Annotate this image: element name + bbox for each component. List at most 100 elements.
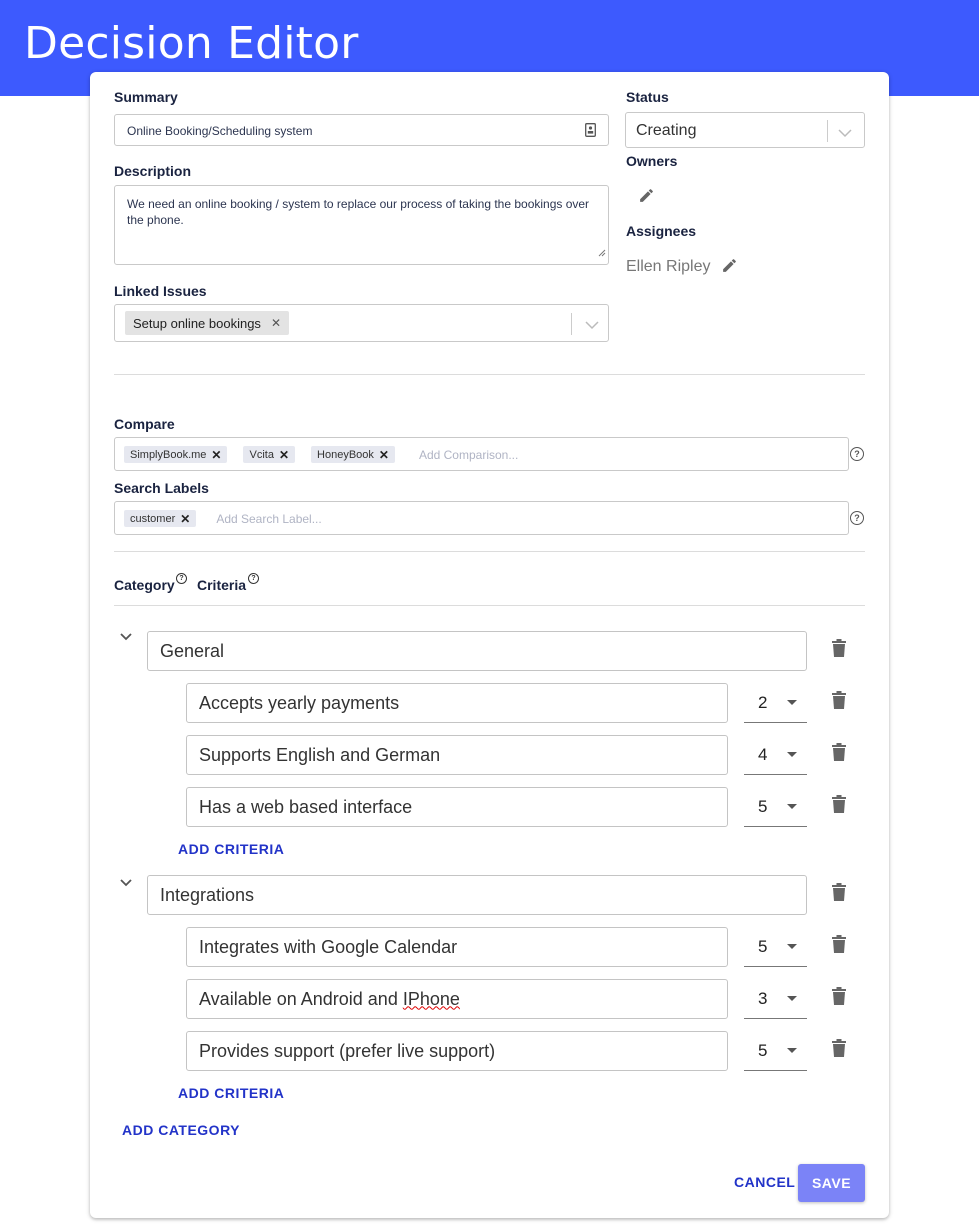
search-labels-tag-input[interactable]: customer ✕ Add Search Label...	[114, 501, 849, 535]
category-name-input[interactable]: General	[147, 631, 807, 671]
delete-criteria-trash-icon[interactable]	[832, 987, 846, 1010]
caret-down-icon	[787, 700, 798, 705]
criteria-name: Integrates with Google Calendar	[199, 936, 458, 957]
collapse-chevron-icon[interactable]	[119, 629, 133, 647]
criteria-name-input[interactable]: Available on Android and IPhone	[186, 979, 728, 1019]
linked-issue-chip-label: Setup online bookings	[133, 315, 261, 331]
delete-criteria-trash-icon[interactable]	[832, 795, 846, 818]
add-criteria-button[interactable]: ADD CRITERIA	[178, 1085, 284, 1101]
contact-card-icon	[585, 123, 596, 142]
section-divider	[114, 551, 865, 552]
assignee-name: Ellen Ripley	[626, 258, 711, 275]
linked-issue-chip: Setup online bookings ✕	[125, 311, 289, 335]
chevron-down-icon[interactable]	[585, 317, 599, 335]
caret-down-icon	[787, 752, 798, 757]
chevron-down-icon[interactable]	[838, 125, 852, 143]
owners-label: Owners	[626, 153, 678, 169]
search-label-tag-label: customer	[130, 512, 176, 525]
compare-tag: SimplyBook.me ✕	[124, 446, 228, 463]
section-divider	[114, 374, 865, 375]
criteria-name-input[interactable]: Supports English and German	[186, 735, 728, 775]
remove-chip-icon[interactable]: ✕	[271, 316, 281, 330]
cancel-button[interactable]: CANCEL	[734, 1174, 795, 1190]
criteria-name: Accepts yearly payments	[199, 692, 400, 713]
section-divider	[114, 605, 865, 606]
caret-down-icon	[787, 804, 798, 809]
collapse-chevron-icon[interactable]	[119, 875, 133, 893]
criteria-help-icon[interactable]: ?	[248, 573, 259, 584]
help-icon[interactable]: ?	[850, 511, 864, 525]
criteria-weight-value: 5	[758, 1040, 768, 1060]
description-label: Description	[114, 163, 192, 179]
select-separator	[827, 120, 828, 142]
status-label: Status	[626, 89, 669, 105]
criteria-weight-select[interactable]: 5	[744, 787, 807, 827]
criteria-weight-select[interactable]: 4	[744, 735, 807, 775]
search-label-tags: customer ✕ Add Search Label...	[124, 510, 322, 527]
category-header: Category	[114, 577, 175, 593]
criteria-name: Has a web based interface	[199, 796, 413, 817]
select-separator	[571, 313, 572, 335]
criteria-name-input[interactable]: Integrates with Google Calendar	[186, 927, 728, 967]
remove-tag-icon[interactable]: ✕	[180, 512, 190, 526]
summary-value: Online Booking/Scheduling system	[127, 124, 313, 138]
criteria-weight-value: 5	[758, 796, 768, 816]
delete-criteria-trash-icon[interactable]	[832, 935, 846, 958]
search-labels-label: Search Labels	[114, 480, 209, 496]
delete-criteria-trash-icon[interactable]	[832, 1039, 846, 1062]
add-criteria-button[interactable]: ADD CRITERIA	[178, 841, 284, 857]
caret-down-icon	[787, 996, 798, 1001]
criteria-weight-select[interactable]: 5	[744, 927, 807, 967]
compare-tag: Vcita ✕	[243, 446, 296, 463]
criteria-name-input[interactable]: Accepts yearly payments	[186, 683, 728, 723]
status-value: Creating	[636, 122, 697, 139]
remove-tag-icon[interactable]: ✕	[379, 448, 389, 462]
delete-criteria-trash-icon[interactable]	[832, 743, 846, 766]
category-name-input[interactable]: Integrations	[147, 875, 807, 915]
summary-label: Summary	[114, 89, 178, 105]
criteria-weight-value: 2	[758, 692, 768, 712]
add-category-button[interactable]: ADD CATEGORY	[122, 1122, 240, 1138]
remove-tag-icon[interactable]: ✕	[279, 448, 289, 462]
criteria-name-input[interactable]: Provides support (prefer live support)	[186, 1031, 728, 1071]
category-name: Integrations	[160, 884, 255, 905]
summary-input[interactable]: Online Booking/Scheduling system	[114, 114, 609, 146]
criteria-name: Supports English and German	[199, 744, 441, 765]
criteria-weight-select[interactable]: 5	[744, 1031, 807, 1071]
criteria-weight-value: 3	[758, 988, 768, 1008]
compare-tag-label: SimplyBook.me	[130, 448, 207, 461]
page-title: Decision Editor	[24, 18, 359, 69]
compare-tag-input[interactable]: SimplyBook.me ✕ Vcita ✕ HoneyBook ✕ Add Com…	[114, 437, 849, 471]
criteria-weight-value: 4	[758, 744, 768, 764]
search-label-placeholder[interactable]: Add Search Label...	[216, 512, 321, 526]
category-help-icon[interactable]: ?	[176, 573, 187, 584]
caret-down-icon	[787, 1048, 798, 1053]
description-value: We need an online booking / system to re…	[127, 197, 590, 227]
criteria-name: Available on Android and	[199, 988, 403, 1009]
description-textarea[interactable]: We need an online booking / system to re…	[114, 185, 609, 265]
edit-owners-pencil-icon[interactable]	[638, 187, 655, 209]
criteria-weight-value: 5	[758, 936, 768, 956]
criteria-weight-select[interactable]: 2	[744, 683, 807, 723]
delete-criteria-trash-icon[interactable]	[832, 691, 846, 714]
criteria-name-misspelled: IPhone	[402, 988, 460, 1009]
compare-label: Compare	[114, 416, 175, 432]
remove-tag-icon[interactable]: ✕	[211, 448, 221, 462]
edit-assignees-pencil-icon[interactable]	[721, 257, 738, 279]
status-select[interactable]: Creating	[625, 112, 865, 148]
compare-tag-label: HoneyBook	[317, 448, 374, 461]
criteria-weight-select[interactable]: 3	[744, 979, 807, 1019]
assignees-label: Assignees	[626, 223, 697, 239]
compare-placeholder[interactable]: Add Comparison...	[419, 448, 518, 462]
category-name: General	[160, 640, 225, 661]
delete-category-trash-icon[interactable]	[832, 639, 846, 662]
save-button[interactable]: SAVE	[798, 1164, 865, 1202]
delete-category-trash-icon[interactable]	[832, 883, 846, 906]
resize-handle-icon[interactable]	[598, 244, 606, 262]
linked-issues-select[interactable]: Setup online bookings ✕	[114, 304, 609, 342]
compare-tag-label: Vcita	[249, 448, 274, 461]
criteria-name-input[interactable]: Has a web based interface	[186, 787, 728, 827]
criteria-header: Criteria	[197, 577, 247, 593]
caret-down-icon	[787, 944, 798, 949]
help-icon[interactable]: ?	[850, 447, 864, 461]
